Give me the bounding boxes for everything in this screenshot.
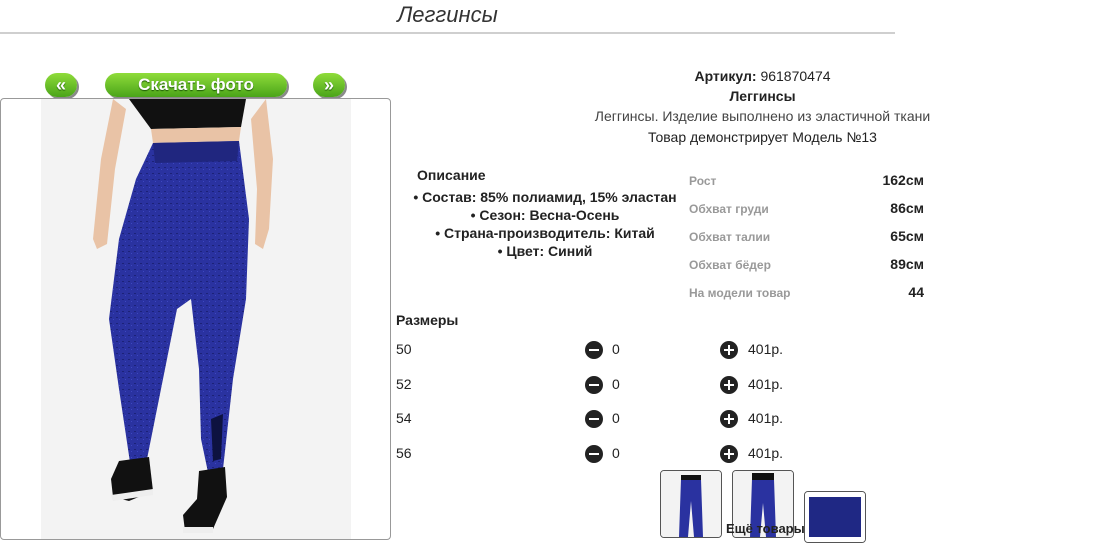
prev-photo-button[interactable]: « [45, 73, 77, 97]
measurement-value: 89см [890, 256, 924, 272]
size-row: 56 0 401р. [396, 443, 816, 465]
quantity-value: 0 [612, 341, 620, 357]
size-row: 50 0 401р. [396, 339, 816, 361]
measurement-row: Обхват бёдер 89см [689, 256, 924, 276]
product-short-description: Леггинсы. Изделие выполнено из эластично… [594, 108, 931, 124]
sku-value: 961870474 [760, 68, 831, 84]
price-value: 401р. [748, 410, 784, 426]
page-title: Леггинсы [397, 2, 498, 27]
description-item: • Сезон: Весна-Осень [470, 207, 620, 223]
measurement-value: 65см [890, 228, 924, 244]
minus-circle-icon[interactable] [585, 376, 603, 394]
size-row: 54 0 401р. [396, 408, 816, 430]
plus-circle-icon[interactable] [720, 376, 738, 394]
measurement-value: 162см [882, 172, 924, 188]
thumbnail-image [661, 471, 721, 537]
measurement-label: Обхват талии [689, 230, 771, 244]
product-photo[interactable] [0, 98, 391, 540]
sizes-heading: Размеры [396, 312, 459, 328]
measurement-label: Обхват груди [689, 202, 769, 216]
size-value: 50 [396, 341, 412, 357]
thumbnail-fabric[interactable] [804, 491, 866, 543]
plus-circle-icon[interactable] [720, 341, 738, 359]
price-value: 401р. [748, 376, 784, 392]
measurement-row: Рост 162см [689, 172, 924, 192]
size-value: 54 [396, 410, 412, 426]
minus-circle-icon[interactable] [585, 445, 603, 463]
leggings-model-image [41, 99, 351, 539]
price-value: 401р. [748, 341, 784, 357]
download-photo-button[interactable]: Скачать фото [105, 73, 287, 97]
measurement-row: Обхват талии 65см [689, 228, 924, 248]
model-note: Товар демонстрирует Модель №13 [648, 129, 877, 145]
quantity-value: 0 [612, 376, 620, 392]
sku-label: Артикул: [694, 68, 757, 84]
more-products-link[interactable]: Ещё товары [726, 521, 805, 536]
description-item: • Цвет: Синий [497, 243, 593, 259]
price-value: 401р. [748, 445, 784, 461]
measurement-value: 86см [890, 200, 924, 216]
measurement-value: 44 [908, 284, 924, 300]
next-photo-button[interactable]: » [313, 73, 345, 97]
minus-circle-icon[interactable] [585, 410, 603, 428]
measurement-row: На модели товар 44 [689, 284, 924, 304]
plus-circle-icon[interactable] [720, 410, 738, 428]
quantity-value: 0 [612, 410, 620, 426]
description-list: • Состав: 85% полиамид, 15% эластан • Се… [400, 188, 690, 260]
thumbnail-image [805, 492, 865, 542]
description-item: • Страна-производитель: Китай [435, 225, 655, 241]
measurement-row: Обхват груди 86см [689, 200, 924, 220]
size-value: 52 [396, 376, 412, 392]
measurement-label: Рост [689, 174, 717, 188]
sku-line: Артикул: 961870474 [560, 68, 965, 84]
product-name: Леггинсы [729, 88, 796, 104]
measurement-label: На модели товар [689, 286, 791, 300]
description-heading: Описание [417, 167, 486, 183]
minus-circle-icon[interactable] [585, 341, 603, 359]
quantity-value: 0 [612, 445, 620, 461]
measurement-label: Обхват бёдер [689, 258, 771, 272]
title-divider [0, 32, 895, 34]
description-item: • Состав: 85% полиамид, 15% эластан [413, 189, 677, 205]
thumbnail-front[interactable] [660, 470, 722, 538]
size-row: 52 0 401р. [396, 374, 816, 396]
plus-circle-icon[interactable] [720, 445, 738, 463]
size-value: 56 [396, 445, 412, 461]
